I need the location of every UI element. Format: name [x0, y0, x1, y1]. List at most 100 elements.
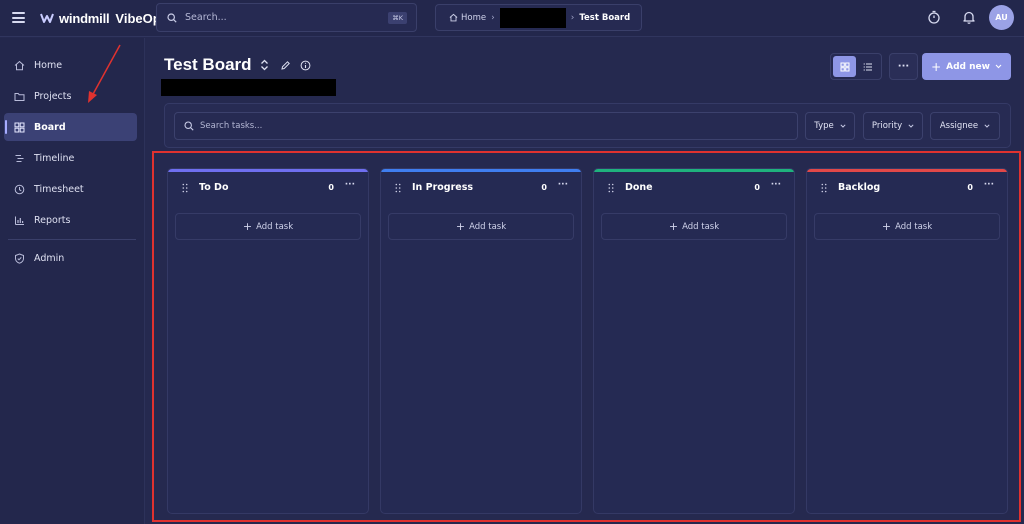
add-new-button[interactable]: + Add new — [922, 53, 1011, 80]
assignee-filter-dropdown[interactable]: Assignee — [930, 112, 1000, 140]
board-header: Test Board — [164, 55, 311, 75]
column-title: In Progress — [412, 182, 474, 193]
search-icon — [167, 12, 177, 23]
board-view-button[interactable] — [833, 56, 856, 77]
pencil-icon[interactable] — [280, 60, 291, 71]
search-placeholder: Search... — [185, 12, 227, 23]
column-menu-icon[interactable]: ··· — [345, 180, 355, 190]
column-count: 0 — [967, 183, 973, 192]
chevron-down-icon — [840, 124, 846, 128]
sidebar-item-reports[interactable]: Reports — [4, 206, 137, 234]
column-header: Backlog 0 ··· — [807, 180, 1007, 197]
sidebar-item-home[interactable]: Home — [4, 51, 137, 79]
drag-handle-icon[interactable] — [182, 183, 188, 193]
grid-icon — [14, 122, 25, 132]
task-search-input[interactable]: Search tasks... — [174, 112, 798, 140]
home-icon — [14, 60, 25, 70]
add-task-button[interactable]: + Add task — [388, 213, 574, 240]
user-avatar[interactable]: AU — [989, 5, 1014, 30]
sidebar-item-admin[interactable]: Admin — [4, 244, 137, 272]
filter-label: Type — [814, 121, 834, 131]
folder-icon — [14, 92, 25, 101]
menu-icon[interactable] — [12, 12, 25, 23]
column-title: To Do — [199, 182, 229, 193]
column-in-progress: In Progress 0 ··· + Add task — [380, 168, 582, 514]
sidebar-item-label: Admin — [34, 252, 65, 264]
sidebar-item-board[interactable]: Board — [4, 113, 137, 141]
add-task-button[interactable]: + Add task — [814, 213, 1000, 240]
add-task-label: Add task — [895, 221, 933, 232]
task-search-placeholder: Search tasks... — [200, 121, 263, 131]
sidebar-item-label: Timeline — [34, 152, 75, 164]
info-icon[interactable] — [300, 60, 311, 71]
breadcrumb-home-label: Home — [461, 12, 487, 23]
sidebar-item-label: Timesheet — [34, 183, 84, 195]
chart-icon — [15, 216, 24, 225]
app-logo[interactable]: windmill VibeOps — [40, 8, 168, 28]
plus-icon: + — [881, 220, 892, 233]
column-color-bar — [807, 169, 1007, 172]
column-count: 0 — [328, 183, 334, 192]
list-view-button[interactable] — [856, 56, 879, 77]
column-done: Done 0 ··· + Add task — [593, 168, 795, 514]
sidebar: Home Projects Board Timeline Timesheet R… — [0, 38, 145, 524]
column-count: 0 — [754, 183, 760, 192]
add-task-label: Add task — [256, 221, 294, 232]
bell-icon[interactable] — [961, 9, 977, 25]
more-options-button[interactable]: ··· — [889, 53, 918, 80]
column-backlog: Backlog 0 ··· + Add task — [806, 168, 1008, 514]
plus-icon: + — [242, 220, 253, 233]
add-task-button[interactable]: + Add task — [175, 213, 361, 240]
breadcrumb-home[interactable]: Home — [449, 13, 486, 23]
sidebar-item-timesheet[interactable]: Timesheet — [4, 175, 137, 203]
sidebar-item-projects[interactable]: Projects — [4, 82, 137, 110]
chevron-right-icon: › — [570, 12, 575, 23]
clock-icon — [14, 184, 25, 194]
logo-text: windmill — [59, 10, 110, 26]
breadcrumb-project-redacted[interactable] — [499, 7, 566, 28]
column-color-bar — [168, 169, 368, 172]
column-header: Done 0 ··· — [594, 180, 794, 197]
add-task-button[interactable]: + Add task — [601, 213, 787, 240]
chevron-down-icon — [984, 124, 990, 128]
column-menu-icon[interactable]: ··· — [558, 180, 568, 190]
search-shortcut-badge: ⌘K — [388, 12, 407, 24]
breadcrumb: Home › › Test Board — [435, 4, 642, 31]
column-count: 0 — [541, 183, 547, 192]
global-search-input[interactable]: Search... ⌘K — [156, 3, 417, 32]
column-header: In Progress 0 ··· — [381, 180, 581, 197]
priority-filter-dropdown[interactable]: Priority — [863, 112, 923, 140]
drag-handle-icon[interactable] — [395, 183, 401, 193]
list-icon — [863, 62, 872, 71]
column-color-bar — [594, 169, 794, 172]
chevron-up-down-icon[interactable] — [260, 59, 269, 71]
filter-bar: Search tasks... Type Priority Assignee — [164, 103, 1011, 148]
column-menu-icon[interactable]: ··· — [771, 180, 781, 190]
board-description-redacted — [161, 79, 336, 96]
plus-icon: + — [455, 220, 466, 233]
timeline-icon — [15, 154, 24, 162]
type-filter-dropdown[interactable]: Type — [805, 112, 855, 140]
timer-icon[interactable] — [926, 9, 942, 25]
kanban-board-highlight: To Do 0 ··· + Add task In Progress 0 ··· — [152, 151, 1021, 522]
filter-label: Assignee — [939, 121, 979, 131]
chevron-down-icon — [995, 64, 1002, 69]
home-icon — [449, 13, 458, 22]
column-header: To Do 0 ··· — [168, 180, 368, 197]
sidebar-item-timeline[interactable]: Timeline — [4, 144, 137, 172]
search-icon — [184, 121, 194, 131]
plus-icon: + — [931, 59, 942, 74]
shield-icon — [15, 252, 24, 264]
column-to-do: To Do 0 ··· + Add task — [167, 168, 369, 514]
add-new-label: Add new — [946, 61, 990, 72]
drag-handle-icon[interactable] — [821, 183, 827, 193]
breadcrumb-current: Test Board — [579, 12, 631, 23]
grid-icon — [840, 62, 849, 71]
sidebar-item-label: Reports — [34, 214, 71, 226]
top-bar: windmill VibeOps Search... ⌘K Home › › T… — [0, 0, 1024, 37]
drag-handle-icon[interactable] — [608, 183, 614, 193]
chevron-down-icon — [908, 124, 914, 128]
column-title: Backlog — [838, 182, 881, 193]
column-menu-icon[interactable]: ··· — [984, 180, 994, 190]
windmill-logo-icon — [40, 13, 54, 23]
